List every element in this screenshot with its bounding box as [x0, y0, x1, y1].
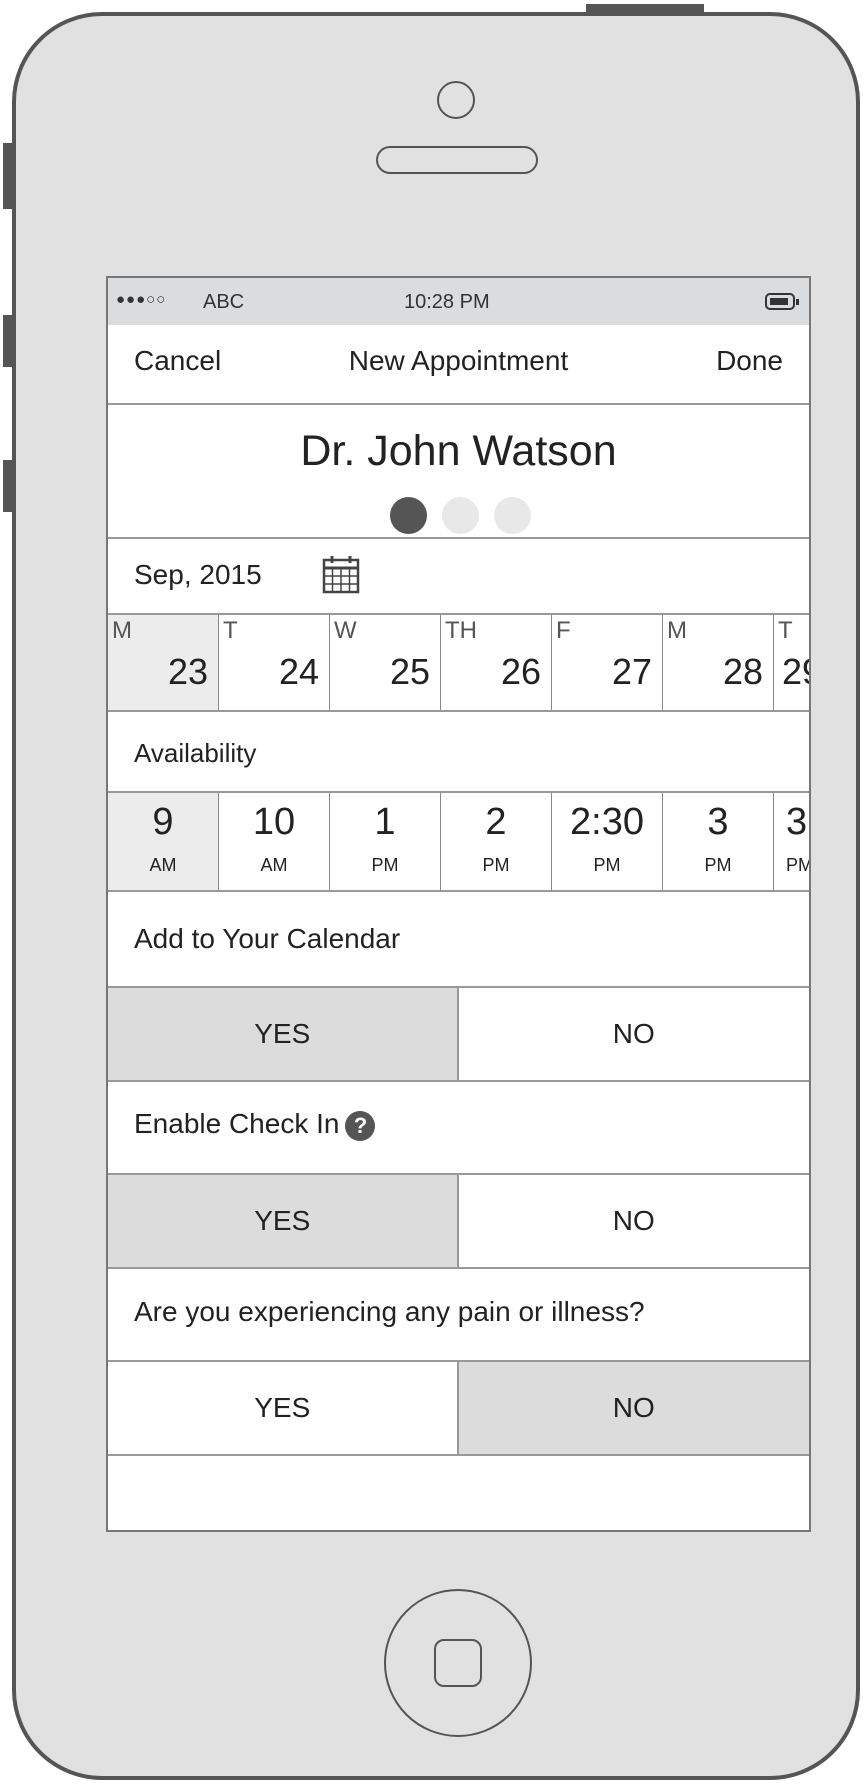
mute-switch [3, 143, 13, 209]
availability-header: Availability [108, 712, 809, 793]
time-ampm: AM [149, 855, 177, 875]
time-slot[interactable]: 1 PM [330, 793, 441, 890]
day-cell[interactable]: M 28 [663, 615, 774, 710]
day-cell[interactable]: T 29 [774, 615, 809, 710]
status-bar: ●●●○○ ABC 10:28 PM [108, 278, 809, 325]
time-value: 10 [252, 801, 296, 843]
time-ampm: PM [593, 855, 621, 875]
day-letter: W [334, 617, 357, 644]
time-slot[interactable]: 2:30 PM [552, 793, 663, 890]
time-ampm: PM [704, 855, 732, 875]
volume-down-button [3, 460, 13, 512]
home-square-icon [434, 1639, 482, 1687]
day-cell[interactable]: M 23 [108, 615, 219, 710]
day-number: 26 [500, 651, 541, 692]
day-number: 27 [611, 651, 652, 692]
doctor-name: Dr. John Watson [300, 427, 617, 475]
pain-yes-button[interactable]: YES [108, 1362, 459, 1454]
speaker-grille [376, 146, 538, 174]
time-ampm: PM [482, 855, 510, 875]
page-dot-2[interactable] [442, 497, 479, 534]
pain-question-label: Are you experiencing any pain or illness… [134, 1296, 645, 1327]
day-letter: M [112, 617, 132, 644]
volume-up-button [3, 315, 13, 367]
time-slot[interactable]: 3 PM [774, 793, 811, 890]
time-value: 1 [374, 801, 396, 843]
time-value: 2 [485, 801, 507, 843]
checkin-no-button[interactable]: NO [458, 1175, 809, 1267]
day-letter: T [223, 617, 238, 644]
day-number: 28 [722, 651, 763, 692]
page-dot-1[interactable] [390, 497, 427, 534]
page-dot-3[interactable] [494, 497, 531, 534]
pain-toggle: YES NO [108, 1360, 809, 1456]
day-number: 23 [167, 651, 208, 692]
home-button[interactable] [384, 1589, 532, 1737]
carrier-label: ABC [203, 291, 245, 313]
battery-icon [765, 293, 799, 310]
power-button [586, 4, 704, 14]
day-cell[interactable]: TH 26 [441, 615, 552, 710]
day-letter: F [556, 617, 571, 644]
day-picker: M 23 T 24 W 25 TH 26 F 27 M 28 T 2 [108, 615, 809, 712]
clock-label: 10:28 PM [404, 291, 490, 313]
pain-no-button[interactable]: NO [458, 1362, 809, 1454]
day-number: 25 [389, 651, 430, 692]
app-screen: ●●●○○ ABC 10:28 PM New Appointment Cance… [106, 276, 811, 1532]
time-ampm: AM [260, 855, 288, 875]
day-number: 29 [782, 651, 809, 692]
time-value: 3 [707, 801, 729, 843]
day-cell[interactable]: F 27 [552, 615, 663, 710]
calendar-no-button[interactable]: NO [458, 988, 809, 1080]
day-letter: TH [445, 617, 477, 644]
checkin-yes-button[interactable]: YES [108, 1175, 459, 1267]
day-number: 24 [278, 651, 319, 692]
day-cell[interactable]: T 24 [219, 615, 330, 710]
time-slot[interactable]: 10 AM [219, 793, 330, 890]
cancel-button[interactable]: Cancel [134, 345, 221, 377]
availability-label: Availability [134, 738, 257, 768]
time-slot[interactable]: 3 PM [663, 793, 774, 890]
checkin-toggle: YES NO [108, 1173, 809, 1269]
time-value: 2:30 [570, 801, 644, 843]
calendar-toggle: YES NO [108, 986, 809, 1082]
doctor-header: Dr. John Watson [108, 405, 809, 539]
time-value: 9 [152, 801, 174, 843]
done-button[interactable]: Done [716, 345, 783, 377]
day-letter: M [667, 617, 687, 644]
time-slot[interactable]: 9 AM [108, 793, 219, 890]
nav-bar: New Appointment Cancel Done [108, 325, 809, 405]
time-picker: 9 AM 10 AM 1 PM 2 PM 2:30 PM 3 PM 3 PM [108, 793, 809, 892]
signal-icon: ●●●○○ [116, 291, 167, 308]
day-letter: T [778, 617, 793, 644]
checkin-question: Enable Check In? [134, 1108, 376, 1141]
checkin-question-label: Enable Check In [134, 1108, 340, 1139]
day-cell[interactable]: W 25 [330, 615, 441, 710]
time-value: 3 [786, 801, 808, 843]
phone-frame: ●●●○○ ABC 10:28 PM New Appointment Cance… [12, 12, 860, 1780]
time-ampm: PM [786, 855, 811, 875]
camera-icon [437, 81, 475, 119]
time-ampm: PM [371, 855, 399, 875]
calendar-question-label: Add to Your Calendar [134, 923, 401, 954]
calendar-yes-button[interactable]: YES [108, 988, 459, 1080]
time-slot[interactable]: 2 PM [441, 793, 552, 890]
help-icon[interactable]: ? [345, 1110, 376, 1141]
month-row: Sep, 2015 [108, 539, 809, 615]
calendar-icon[interactable] [321, 553, 361, 602]
month-label: Sep, 2015 [134, 559, 262, 590]
